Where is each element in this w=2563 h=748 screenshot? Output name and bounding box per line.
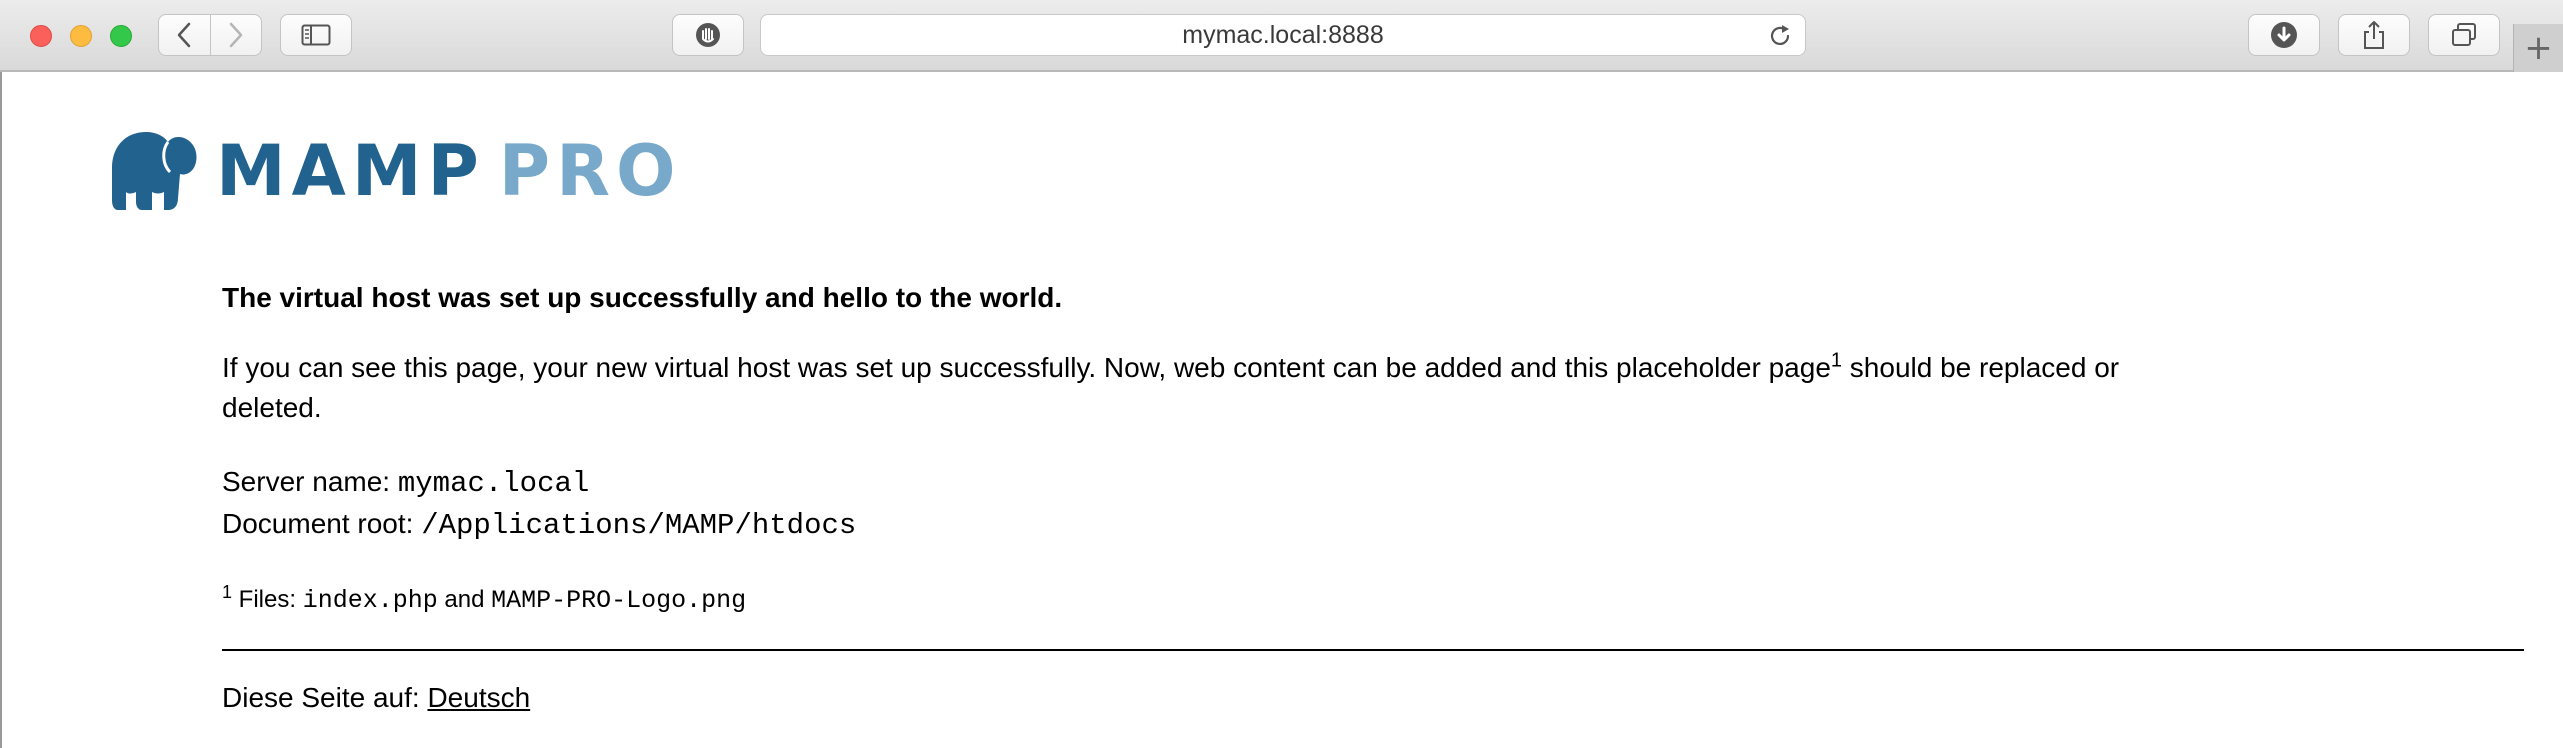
footnote-file-logo: MAMP-PRO-Logo.png: [491, 586, 747, 615]
horizontal-divider: [222, 649, 2524, 651]
back-button[interactable]: [159, 15, 210, 55]
share-icon: [2364, 21, 2384, 49]
intro-text: If you can see this page, your new virtu…: [222, 352, 1831, 383]
browser-toolbar: mymac.local:8888 +: [0, 0, 2563, 72]
page-body: MAMP PRO The virtual host was set up suc…: [0, 72, 2563, 748]
document-root-line: Document root: /Applications/MAMP/htdocs: [222, 504, 856, 546]
language-line: Diese Seite auf: Deutsch: [222, 678, 530, 718]
language-link-deutsch[interactable]: Deutsch: [427, 682, 530, 713]
footnote-and: and: [437, 586, 492, 613]
server-name-value: mymac.local: [397, 467, 590, 500]
logo-text-pro: PRO: [498, 130, 682, 212]
url-text: mymac.local:8888: [1182, 20, 1384, 49]
logo-text-mamp: MAMP: [216, 130, 485, 212]
intro-paragraph: If you can see this page, your new virtu…: [222, 348, 2142, 428]
footnote-marker: 1: [222, 582, 233, 602]
download-icon: [2271, 22, 2297, 48]
privacy-button[interactable]: [672, 14, 744, 56]
minimize-window-button[interactable]: [70, 25, 92, 47]
chevron-right-icon: [229, 22, 242, 48]
tabs-overview-button[interactable]: [2428, 14, 2500, 56]
footnote-file-index: index.php: [302, 586, 438, 615]
navigation-buttons: [158, 14, 262, 56]
chevron-left-icon: [178, 22, 191, 48]
sidebar-icon: [301, 24, 331, 46]
reload-button[interactable]: [1767, 23, 1793, 54]
server-name-line: Server name: mymac.local: [222, 462, 589, 504]
browser-window: mymac.local:8888 + MAMP PRO The virtual …: [0, 0, 2563, 748]
mamp-pro-logo: MAMP PRO: [104, 128, 682, 214]
plus-icon: +: [2524, 28, 2553, 68]
footnote: 1 Files: index.php and MAMP-PRO-Logo.png: [222, 580, 746, 621]
address-bar[interactable]: mymac.local:8888: [760, 14, 1806, 56]
downloads-button[interactable]: [2248, 14, 2320, 56]
zoom-window-button[interactable]: [110, 25, 132, 47]
forward-button[interactable]: [209, 15, 262, 55]
page-heading: The virtual host was set up successfully…: [222, 282, 1063, 313]
tabs-overview-icon: [2452, 23, 2476, 46]
document-root-label: Document root:: [222, 508, 422, 539]
share-button[interactable]: [2338, 14, 2410, 56]
server-name-label: Server name:: [222, 466, 398, 497]
elephant-logo-icon: [112, 132, 197, 210]
close-window-button[interactable]: [30, 25, 52, 47]
new-tab-button[interactable]: +: [2513, 24, 2563, 72]
sidebar-button[interactable]: [280, 14, 352, 56]
document-root-value: /Applications/MAMP/htdocs: [421, 509, 857, 542]
hand-shield-icon: [696, 23, 720, 47]
footnote-reference: 1: [1830, 349, 1843, 372]
language-label: Diese Seite auf:: [222, 682, 428, 713]
footnote-label: Files:: [232, 586, 303, 613]
reload-icon: [1770, 25, 1790, 45]
